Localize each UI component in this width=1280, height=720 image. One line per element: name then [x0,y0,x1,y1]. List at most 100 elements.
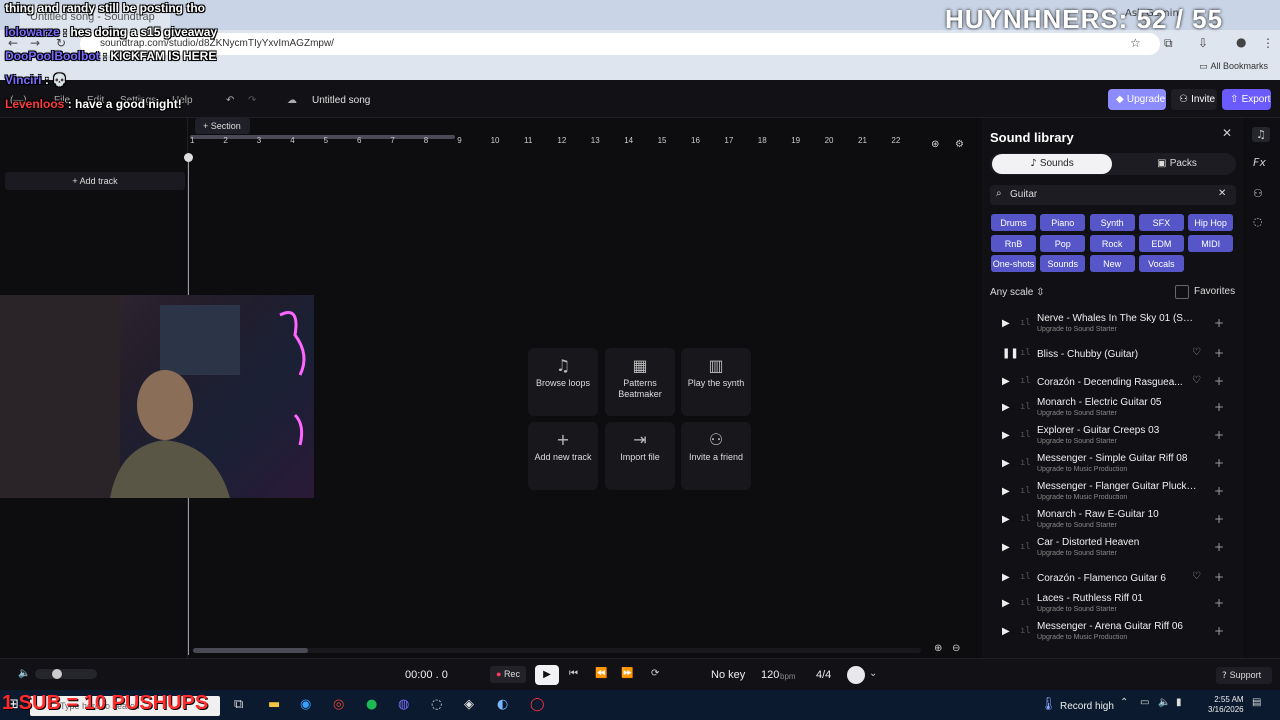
extensions-icon[interactable]: ⧉ [1164,36,1173,51]
add-to-track-icon[interactable]: + [1214,374,1224,388]
chip-midi[interactable]: MIDI [1188,234,1234,252]
add-to-track-icon[interactable]: + [1214,570,1224,584]
add-section-button[interactable]: + Section [195,118,250,134]
list-item[interactable]: ▶ ıl Corazón - Flamenco Guitar 6 ♡ + [990,565,1230,593]
all-bookmarks[interactable]: ▭ All Bookmarks [1199,61,1268,72]
network-icon[interactable]: ▭ [1140,697,1149,708]
sound-library-icon[interactable]: ♫ [1252,127,1270,142]
discord-icon[interactable]: ◍ [398,697,409,712]
pause-icon[interactable]: ❚❚ [1002,348,1019,359]
list-item[interactable]: ▶ ıl Messenger - Simple Guitar Riff 08 Upgr… [990,451,1230,479]
master-volume-slider[interactable] [35,669,97,679]
add-to-track-icon[interactable]: + [1214,428,1224,442]
opera-icon[interactable]: ◯ [530,697,545,712]
add-to-track-icon[interactable]: + [1214,316,1224,330]
chip-sfx[interactable]: SFX [1138,214,1184,231]
tray-chevron-icon[interactable]: ⌃ [1120,697,1128,708]
chip-pop[interactable]: Pop [1040,234,1086,252]
file-explorer-icon[interactable]: ▬ [268,697,280,712]
add-to-track-icon[interactable]: + [1214,512,1224,526]
speaker-icon[interactable]: 🔈 [1158,697,1170,708]
snap-icon[interactable]: ⊛ [931,139,939,150]
tab-sounds[interactable]: ♪ Sounds [992,154,1112,174]
redo-icon[interactable]: ↷ [248,95,256,106]
play-icon[interactable]: ▶ [1002,572,1010,583]
obs-icon[interactable]: ◌ [431,697,442,712]
list-item[interactable]: ▶ ıl Messenger - Arena Guitar Riff 06 Upgra… [990,619,1230,647]
support-button[interactable]: ? Support [1216,667,1272,684]
add-to-track-icon[interactable]: + [1214,400,1224,414]
chip-new[interactable]: New [1089,255,1135,273]
heart-icon[interactable]: ♡ [1192,375,1201,386]
play-icon[interactable]: ▶ [1002,376,1010,387]
add-to-track-icon[interactable]: + [1214,540,1224,554]
chip-sounds[interactable]: Sounds [1040,255,1086,273]
steam-icon[interactable]: ◐ [497,697,508,712]
list-item[interactable]: ▶ ıl Monarch - Raw E-Guitar 10 Upgrade to S… [990,507,1230,535]
notifications-icon[interactable]: ▤ [1252,697,1261,708]
timeline-ruler[interactable]: 1 2 3 4 5 6 7 8 9 10 11 12 13 14 15 16 17 18 19 20 21 22 [188,136,945,150]
key-selector[interactable]: No key [711,669,745,681]
export-button[interactable]: ⇧ Export [1222,89,1271,110]
record-button[interactable]: ● Rec [490,666,526,683]
clear-search-icon[interactable]: ✕ [1218,188,1226,199]
metronome-chevron-icon[interactable]: ⌄ [869,668,877,679]
chip-rnb[interactable]: RnB [991,234,1036,252]
chip-one-shots[interactable]: One-shots [991,255,1036,273]
volume-icon[interactable]: 🔈 [18,668,30,679]
chip-hip-hop[interactable]: Hip Hop [1188,214,1234,231]
fast-forward-icon[interactable]: ⏩ [621,668,633,679]
battery-icon[interactable]: ▮ [1176,697,1182,708]
list-item[interactable]: ▶ ıl Explorer - Guitar Creeps 03 Upgrade to… [990,423,1230,451]
play-icon[interactable]: ▶ [1002,458,1010,469]
tab-packs[interactable]: ▣ Packs [1120,154,1234,174]
download-icon[interactable]: ⇩ [1198,36,1208,50]
tempo-value[interactable]: 120 [761,669,779,681]
play-icon[interactable]: ▶ [1002,514,1010,525]
add-new-track-button[interactable]: + Add new track [528,422,598,490]
favorites-checkbox[interactable] [1175,285,1189,299]
list-item[interactable]: ▶ ıl Laces - Ruthless Riff 01 Upgrade to So… [990,591,1230,619]
play-icon[interactable]: ▶ [1002,598,1010,609]
chip-synth[interactable]: Synth [1089,214,1135,231]
loop-icon[interactable]: ⟳ [651,668,659,679]
invite-button[interactable]: ⚇ Invite [1171,89,1217,110]
add-to-track-icon[interactable]: + [1214,596,1224,610]
add-to-track-icon[interactable]: + [1214,346,1224,360]
address-bar[interactable]: soundtrap.com/studio/d8ZKNycmTIyYxvImAGZ… [80,33,1160,55]
zoom-in-icon[interactable]: ⊕ [934,643,942,654]
list-item[interactable]: ▶ ıl Car - Distorted Heaven Upgrade to Soun… [990,535,1230,563]
list-item[interactable]: ▶ ıl Nerve - Whales In The Sky 01 (SFX) Upg… [990,311,1230,339]
add-track-button[interactable]: + Add track [5,172,185,190]
cloud-save-icon[interactable]: ☁ [287,95,297,106]
app-icon[interactable]: ◈ [464,697,474,712]
heart-icon[interactable]: ♡ [1192,571,1201,582]
heart-icon[interactable]: ♡ [1192,347,1201,358]
fx-icon[interactable]: Fx [1253,156,1266,169]
master-volume-knob[interactable] [52,669,62,679]
list-item[interactable]: ▶ ıl Monarch - Electric Guitar 05 Upgrade t… [990,395,1230,423]
undo-icon[interactable]: ↶ [226,95,234,106]
browse-loops-button[interactable]: ♫ Browse loops [528,348,598,416]
horizontal-scroll-thumb[interactable] [193,648,308,653]
edge-icon[interactable]: ◉ [300,697,311,712]
chip-rock[interactable]: Rock [1089,234,1135,252]
rewind-icon[interactable]: ⏪ [595,668,607,679]
play-icon[interactable]: ▶ [1002,402,1010,413]
play-icon[interactable]: ▶ [1002,430,1010,441]
playhead-handle[interactable] [184,153,193,162]
search-input[interactable] [1010,189,1200,200]
play-icon[interactable]: ▶ [1002,542,1010,553]
chat-icon[interactable]: ◌ [1253,215,1263,228]
close-icon[interactable]: ✕ [1222,126,1232,140]
upgrade-button[interactable]: ◆ Upgrade [1108,89,1166,110]
spotify-icon[interactable]: ● [366,697,377,712]
invite-friend-button[interactable]: ⚇ Invite a friend [681,422,751,490]
chip-edm[interactable]: EDM [1138,234,1184,252]
zoom-out-icon[interactable]: ⊖ [952,643,960,654]
play-icon[interactable]: ▶ [1002,486,1010,497]
song-title[interactable]: Untitled song [312,95,370,106]
import-file-button[interactable]: ⇥ Import file [605,422,675,490]
add-to-track-icon[interactable]: + [1214,484,1224,498]
list-item[interactable]: ❚❚ ıl Bliss - Chubby (Guitar) ♡ + [990,341,1230,369]
